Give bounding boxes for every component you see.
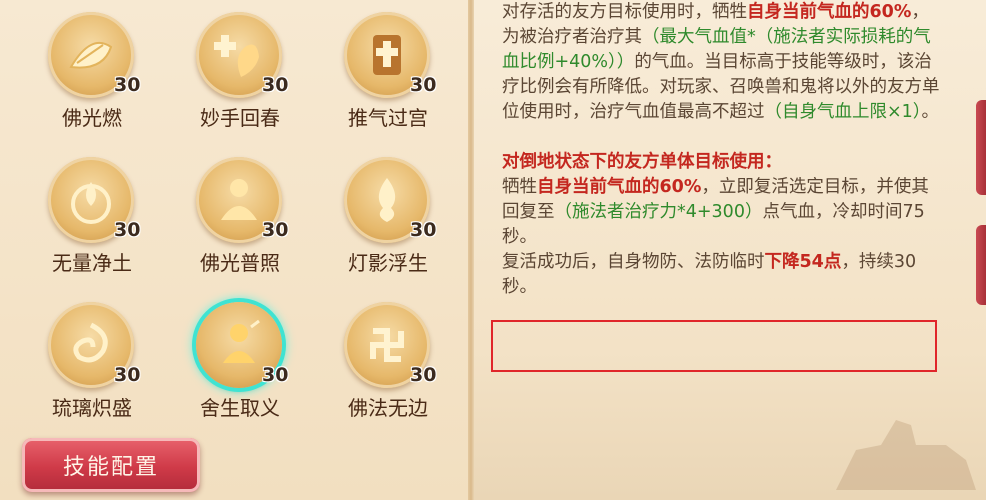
skill-config-button[interactable]: 技能配置 — [22, 438, 200, 492]
skill-slot-7[interactable]: 30 琉璃炽盛 — [30, 302, 150, 432]
desc-formula: （自身气血上限×1） — [764, 102, 922, 122]
skill-level: 30 — [410, 219, 437, 241]
skill-level: 30 — [262, 219, 289, 241]
description-paragraph-3: 复活成功后，自身物防、法防临时下降54点，持续30秒。 — [502, 250, 942, 300]
desc-text: 。 — [921, 102, 940, 122]
side-tab-2[interactable] — [976, 225, 986, 305]
desc-text: 牺牲 — [502, 177, 537, 197]
desc-text: 复活成功后，自身物防、法防临时 — [502, 252, 765, 272]
skill-name: 灯影浮生 — [348, 251, 428, 275]
skill-level: 30 — [410, 74, 437, 96]
skill-level: 30 — [114, 364, 141, 386]
skill-level: 30 — [262, 74, 289, 96]
skill-level: 30 — [114, 74, 141, 96]
annotation-highlight-box — [491, 320, 937, 372]
skill-level: 30 — [262, 364, 289, 386]
skill-slot-6[interactable]: 30 灯影浮生 — [326, 157, 446, 287]
desc-emphasis: 自身当前气血的60% — [747, 2, 912, 22]
desc-text: 对存活的友方目标使用时，牺牲 — [502, 2, 747, 22]
description-paragraph-1: 对存活的友方目标使用时，牺牲自身当前气血的60%，为被治疗者治疗其（最大气血值*… — [502, 0, 942, 125]
skill-slot-1[interactable]: 30 佛光燃 — [30, 12, 150, 142]
skill-name: 妙手回春 — [200, 106, 280, 130]
horse-silhouette-decoration — [836, 420, 976, 490]
skill-slot-3[interactable]: 30 推气过宫 — [326, 12, 446, 142]
skill-slot-8[interactable]: 30 舍生取义 — [178, 302, 298, 432]
desc-formula: （施法者治疗力*4+300） — [554, 202, 763, 222]
skill-description: 对存活的友方目标使用时，牺牲自身当前气血的60%，为被治疗者治疗其（最大气血值*… — [502, 0, 942, 300]
skill-name: 舍生取义 — [200, 396, 280, 420]
skill-level: 30 — [410, 364, 437, 386]
skill-name: 推气过宫 — [348, 106, 428, 130]
skill-level: 30 — [114, 219, 141, 241]
desc-emphasis: 自身当前气血的60% — [537, 177, 702, 197]
skill-name: 佛法无边 — [348, 396, 428, 420]
desc-emphasis: 下降54点 — [764, 252, 842, 272]
skill-name: 佛光普照 — [200, 251, 280, 275]
skill-slot-5[interactable]: 30 佛光普照 — [178, 157, 298, 287]
skill-slot-4[interactable]: 30 无量净土 — [30, 157, 150, 287]
skill-name: 琉璃炽盛 — [52, 396, 132, 420]
skill-name: 佛光燃 — [62, 106, 122, 130]
description-paragraph-2: 牺牲自身当前气血的60%，立即复活选定目标，并使其回复至（施法者治疗力*4+30… — [502, 175, 942, 250]
side-tab-1[interactable] — [976, 100, 986, 195]
skill-slot-9[interactable]: 30 佛法无边 — [326, 302, 446, 432]
description-section-title: 对倒地状态下的友方单体目标使用： — [502, 152, 782, 172]
skill-slot-2[interactable]: 30 妙手回春 — [178, 12, 298, 142]
skill-name: 无量净土 — [52, 251, 132, 275]
